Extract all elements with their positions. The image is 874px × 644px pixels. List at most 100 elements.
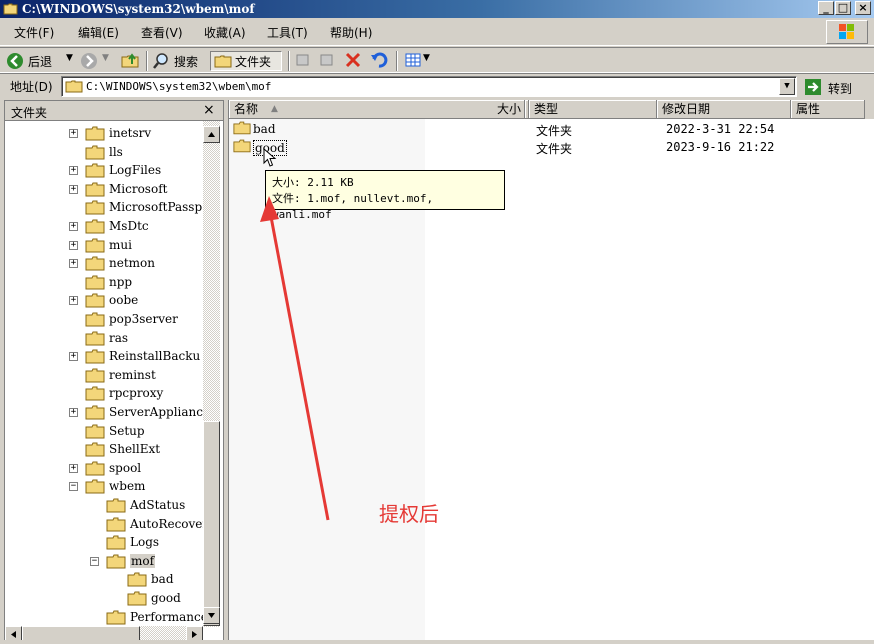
folder-icon xyxy=(85,219,105,234)
undo-icon xyxy=(371,52,388,68)
maximize-button[interactable]: □ xyxy=(835,1,851,15)
folder-icon xyxy=(85,238,105,253)
move-to-button[interactable] xyxy=(294,51,312,71)
tree-expander-icon[interactable]: + xyxy=(69,259,78,269)
folder-icon xyxy=(85,368,105,383)
tree-expander-icon[interactable]: − xyxy=(90,556,99,566)
copy-to-icon xyxy=(320,54,333,66)
tree-item-label: MicrosoftPassp xyxy=(109,200,203,215)
back-dropdown-icon[interactable]: ▼ xyxy=(66,53,73,63)
views-grid-icon xyxy=(405,53,421,67)
folder-icon xyxy=(85,145,105,160)
folder-icon xyxy=(85,405,105,420)
forward-dropdown-icon[interactable]: ▼ xyxy=(102,53,109,63)
vertical-scrollbar[interactable] xyxy=(203,121,220,627)
tree-expander-icon[interactable]: + xyxy=(69,296,78,306)
folder-icon xyxy=(85,442,105,457)
tree-expander-icon[interactable]: + xyxy=(69,463,78,473)
window-title: C:\WINDOWS\system32\wbem\mof xyxy=(22,2,255,16)
folder-tree-pane: 文件夹 × + inetsrv lls + LogFiles + Microsoft Micr… xyxy=(4,100,224,644)
menu-edit[interactable]: 编辑(E) xyxy=(78,24,119,41)
window-bottom-edge xyxy=(0,640,874,644)
undo-button[interactable] xyxy=(370,51,388,71)
tree-expander-icon[interactable]: − xyxy=(69,482,78,492)
folder-icon xyxy=(85,126,105,141)
tree-item-label: wbem xyxy=(109,479,146,494)
copy-to-button[interactable] xyxy=(318,51,336,71)
folder-icon xyxy=(127,591,147,606)
close-folder-pane-button[interactable]: × xyxy=(203,102,215,118)
folder-icon xyxy=(127,572,147,587)
tree-item-label: mof xyxy=(130,553,156,568)
tree-expander-icon[interactable]: + xyxy=(69,184,78,194)
folder-pane-title: 文件夹 xyxy=(11,106,48,120)
tree-item-label: LogFiles xyxy=(109,163,162,178)
back-arrow-icon xyxy=(7,53,23,69)
address-dropdown-button[interactable]: ▼ xyxy=(779,78,795,95)
address-bar: 地址(D) C:\WINDOWS\system32\wbem\mof ▼ 转到 xyxy=(0,73,874,99)
tree-item-label: ras xyxy=(109,330,129,345)
file-list-pane: 名称 ▲ 大小 类型 修改日期 属性 bad 文件夹 2022-3-31 22:… xyxy=(228,100,874,644)
folder-icon xyxy=(85,331,105,346)
up-folder-icon xyxy=(121,53,139,68)
views-button[interactable]: ▼ xyxy=(404,51,432,71)
menu-file[interactable]: 文件(F) xyxy=(14,24,54,41)
tree-item-label: ServerApplianc xyxy=(109,405,203,419)
delete-button[interactable] xyxy=(344,51,362,71)
tree-expander-icon[interactable]: + xyxy=(69,166,78,176)
go-label: 转到 xyxy=(828,82,853,96)
folder-icon xyxy=(106,535,126,550)
windows-logo-icon xyxy=(826,20,868,44)
folder-pane-header: 文件夹 × xyxy=(5,101,223,121)
address-label: 地址(D) xyxy=(10,80,53,94)
go-button[interactable]: 转到 xyxy=(802,76,864,98)
search-icon xyxy=(153,53,168,69)
folder-icon xyxy=(85,424,105,439)
minimize-button[interactable]: _ xyxy=(818,1,834,15)
forward-arrow-icon xyxy=(81,53,97,69)
folder-icon xyxy=(106,554,126,569)
folders-button[interactable]: 文件夹 xyxy=(210,51,282,71)
title-bar[interactable]: C:\WINDOWS\system32\wbem\mof _ □ × xyxy=(0,0,874,18)
tree-item-label: ReinstallBacku xyxy=(109,349,201,364)
close-button[interactable]: × xyxy=(855,1,871,15)
tree-expander-icon[interactable]: + xyxy=(69,129,78,138)
tree-item-label: ShellExt xyxy=(109,442,161,457)
folder-icon xyxy=(85,293,105,308)
views-dropdown-icon[interactable]: ▼ xyxy=(423,53,430,63)
tree-item-label: Microsoft xyxy=(109,181,168,196)
tree-item-label: rpcproxy xyxy=(109,386,164,401)
folder-icon xyxy=(65,80,83,93)
folder-icon xyxy=(85,312,105,327)
tree-item-label: npp xyxy=(109,274,133,289)
folder-icon xyxy=(85,182,105,197)
menu-help[interactable]: 帮助(H) xyxy=(330,24,372,41)
menu-tools[interactable]: 工具(T) xyxy=(267,24,308,41)
folder-icon xyxy=(106,498,126,513)
folder-icon xyxy=(85,200,105,215)
tree-item-label: Logs xyxy=(130,535,160,550)
annotation-arrow xyxy=(260,196,330,521)
tree-item-label: oobe xyxy=(109,293,139,308)
go-arrow-icon xyxy=(805,79,821,95)
address-input[interactable]: C:\WINDOWS\system32\wbem\mof xyxy=(61,76,797,97)
scroll-up-button[interactable] xyxy=(203,126,220,143)
menu-bar: 文件(F) 编辑(E) 查看(V) 收藏(A) 工具(T) 帮助(H) xyxy=(0,18,874,46)
menu-favorites[interactable]: 收藏(A) xyxy=(204,24,246,41)
up-folder-button[interactable] xyxy=(120,51,140,71)
tree-expander-icon[interactable]: + xyxy=(69,408,78,417)
tree-item-label: spool xyxy=(109,460,142,475)
folder-icon xyxy=(85,349,105,364)
tree-expander-icon[interactable]: + xyxy=(69,222,78,231)
tree-expander-icon[interactable]: + xyxy=(69,352,78,362)
tree-item-label: bad xyxy=(151,572,174,587)
tree-item-label: AdStatus xyxy=(130,498,186,512)
address-value: C:\WINDOWS\system32\wbem\mof xyxy=(86,80,272,93)
folder-icon xyxy=(214,55,232,68)
scroll-thumb[interactable] xyxy=(203,421,220,626)
move-to-icon xyxy=(296,54,309,66)
scroll-down-button[interactable] xyxy=(203,607,220,624)
tree-expander-icon[interactable]: + xyxy=(69,240,78,250)
delete-x-icon xyxy=(345,52,361,68)
menu-view[interactable]: 查看(V) xyxy=(141,24,183,41)
